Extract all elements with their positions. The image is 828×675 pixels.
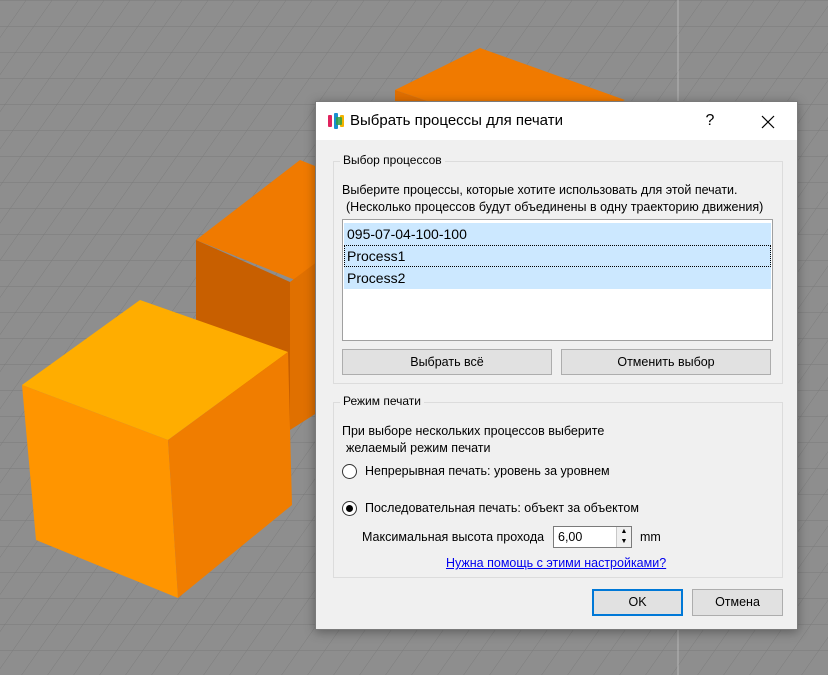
ok-button[interactable]: OK [592,589,683,616]
list-item[interactable]: 095-07-04-100-100 [344,223,771,245]
app-logo-icon [327,112,345,130]
continuous-print-radio[interactable] [342,464,357,479]
print-mode-description-1: При выборе нескольких процессов выберите [342,424,605,438]
process-selection-group: Выбор процессов Выберите процессы, котор… [333,153,783,384]
cancel-button[interactable]: Отмена [692,589,783,616]
deselect-button[interactable]: Отменить выбор [561,349,771,375]
process-group-title: Выбор процессов [340,153,445,167]
max-height-value[interactable]: 6,00 [558,530,582,544]
select-processes-dialog: Выбрать процессы для печати ? Выбор проц… [315,101,798,630]
sequential-print-radio[interactable] [342,501,357,516]
max-height-unit: mm [640,530,661,544]
max-height-label: Максимальная высота прохода [362,530,545,544]
continuous-print-label[interactable]: Непрерывная печать: уровень за уровнем [365,464,610,478]
print-mode-group: Режим печати При выборе нескольких проце… [333,394,783,578]
spin-down-icon[interactable]: ▼ [616,537,631,547]
process-description-2: (Несколько процессов будут объединены в … [346,200,764,214]
sequential-print-label[interactable]: Последовательная печать: объект за объек… [365,501,639,515]
print-mode-group-title: Режим печати [340,394,424,408]
close-button[interactable] [754,107,782,135]
process-listbox[interactable]: 095-07-04-100-100 Process1 Process2 [342,219,773,341]
close-icon [761,115,775,129]
dialog-title: Выбрать процессы для печати [350,112,563,129]
list-item[interactable]: Process1 [344,245,771,267]
spin-up-icon[interactable]: ▲ [616,527,631,537]
dialog-titlebar[interactable]: Выбрать процессы для печати ? [316,102,797,140]
list-item[interactable]: Process2 [344,267,771,289]
help-button[interactable]: ? [696,107,724,135]
process-description-1: Выберите процессы, которые хотите исполь… [342,183,738,197]
settings-help-link[interactable]: Нужна помощь с этими настройками? [446,556,666,570]
select-all-button[interactable]: Выбрать всё [342,349,552,375]
print-mode-description-2: желаемый режим печати [346,441,491,455]
max-height-spinbox[interactable]: 6,00 ▲ ▼ [553,526,632,548]
